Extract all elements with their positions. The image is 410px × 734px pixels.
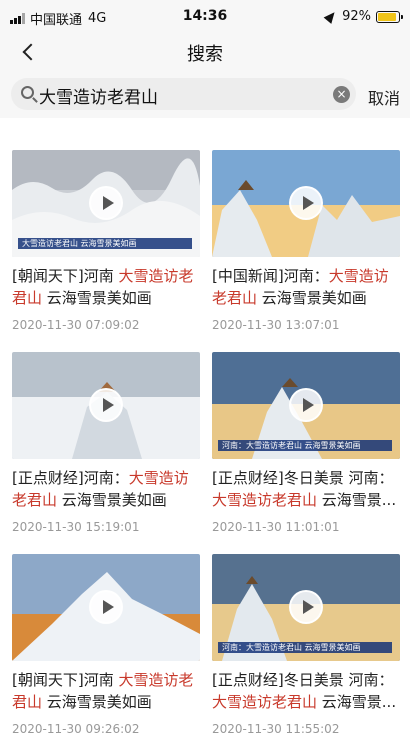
- news-caption-bar: 河南：大雪造访老君山 云海雪景美如画: [218, 440, 392, 451]
- result-card[interactable]: 河南：大雪造访老君山 云海雪景美如画 [正点财经]冬日美景 河南： 大雪造访老君山 …: [212, 352, 400, 534]
- title-prefix: [中国新闻]河南：: [212, 267, 329, 285]
- play-icon[interactable]: [89, 590, 123, 624]
- result-title[interactable]: [朝闻天下]河南 大雪造访老君山 云海雪景美如画: [12, 669, 200, 713]
- video-thumbnail[interactable]: [212, 150, 400, 257]
- title-highlight: 大雪造访老君山: [212, 491, 318, 509]
- page-title: 搜索: [187, 44, 223, 65]
- play-icon[interactable]: [89, 388, 123, 422]
- video-thumbnail[interactable]: [12, 554, 200, 661]
- title-suffix: 云海雪景美如画: [57, 491, 167, 509]
- result-title[interactable]: [正点财经]冬日美景 河南： 大雪造访老君山 云海雪景...: [212, 467, 400, 511]
- result-title[interactable]: [朝闻天下]河南 大雪造访老君山 云海雪景美如画: [12, 265, 200, 309]
- title-suffix: 云海雪景美如画: [42, 289, 152, 307]
- video-thumbnail[interactable]: 河南：大雪造访老君山 云海雪景美如画: [212, 554, 400, 661]
- title-highlight: 大雪造访老君山: [212, 693, 318, 711]
- search-icon: [21, 86, 34, 99]
- title-suffix: 云海雪景...: [317, 693, 397, 711]
- search-input[interactable]: 大雪造访老君山 ×: [11, 78, 356, 110]
- result-date: 2020-11-30 11:01:01: [212, 520, 340, 534]
- result-title[interactable]: [正点财经]河南：大雪造访老君山 云海雪景美如画: [12, 467, 200, 511]
- status-bar: 中国联通 4G 14:36 92%: [0, 0, 410, 34]
- result-card[interactable]: [中国新闻]河南：大雪造访老君山 云海雪景美如画 2020-11-30 13:07…: [212, 150, 400, 332]
- result-date: 2020-11-30 15:19:01: [12, 520, 140, 534]
- sort-bar: [0, 118, 410, 126]
- result-date: 2020-11-30 09:26:02: [12, 722, 140, 734]
- title-prefix: [正点财经]冬日美景 河南：: [212, 671, 394, 689]
- news-caption-bar: 河南：大雪造访老君山 云海雪景美如画: [218, 642, 392, 653]
- play-icon[interactable]: [289, 388, 323, 422]
- title-suffix: 云海雪景美如画: [42, 693, 152, 711]
- video-thumbnail[interactable]: [12, 352, 200, 459]
- sort-right[interactable]: [394, 118, 398, 125]
- result-card[interactable]: [正点财经]河南：大雪造访老君山 云海雪景美如画 2020-11-30 15:19…: [12, 352, 200, 534]
- status-right: 92%: [323, 9, 403, 24]
- result-date: 2020-11-30 07:09:02: [12, 318, 140, 332]
- result-date: 2020-11-30 11:55:02: [212, 722, 340, 734]
- result-card[interactable]: 河南：大雪造访老君山 云海雪景美如画 [正点财经]冬日美景 河南： 大雪造访老君山 …: [212, 554, 400, 734]
- battery-icon: [376, 10, 403, 23]
- play-icon[interactable]: [289, 590, 323, 624]
- clear-icon[interactable]: ×: [333, 86, 350, 103]
- battery-percent: 92%: [342, 9, 371, 24]
- play-icon[interactable]: [89, 186, 123, 220]
- search-row: 大雪造访老君山 × 取消: [0, 70, 410, 118]
- title-prefix: [正点财经]冬日美景 河南：: [212, 469, 394, 487]
- result-card[interactable]: 大雪造访老君山 云海雪景美如画 [朝闻天下]河南 大雪造访老君山 云海雪景美如画 2…: [12, 150, 200, 332]
- news-caption-bar: 大雪造访老君山 云海雪景美如画: [18, 238, 192, 249]
- location-icon: [323, 9, 339, 24]
- title-suffix: 云海雪景...: [317, 491, 397, 509]
- result-date: 2020-11-30 13:07:01: [212, 318, 340, 332]
- play-icon[interactable]: [289, 186, 323, 220]
- title-prefix: [朝闻天下]河南: [12, 671, 119, 689]
- result-card[interactable]: [朝闻天下]河南 大雪造访老君山 云海雪景美如画 2020-11-30 09:26…: [12, 554, 200, 734]
- battery-fill: [378, 12, 397, 21]
- result-title[interactable]: [正点财经]冬日美景 河南： 大雪造访老君山 云海雪景...: [212, 669, 400, 713]
- search-query-text[interactable]: 大雪造访老君山: [39, 83, 158, 108]
- video-thumbnail[interactable]: 河南：大雪造访老君山 云海雪景美如画: [212, 352, 400, 459]
- title-prefix: [朝闻天下]河南: [12, 267, 119, 285]
- result-title[interactable]: [中国新闻]河南：大雪造访老君山 云海雪景美如画: [212, 265, 400, 309]
- video-thumbnail[interactable]: 大雪造访老君山 云海雪景美如画: [12, 150, 200, 257]
- title-prefix: [正点财经]河南：: [12, 469, 129, 487]
- sort-left[interactable]: [12, 118, 16, 125]
- title-suffix: 云海雪景美如画: [257, 289, 367, 307]
- nav-bar: 搜索: [0, 34, 410, 70]
- cancel-button[interactable]: 取消: [368, 85, 400, 109]
